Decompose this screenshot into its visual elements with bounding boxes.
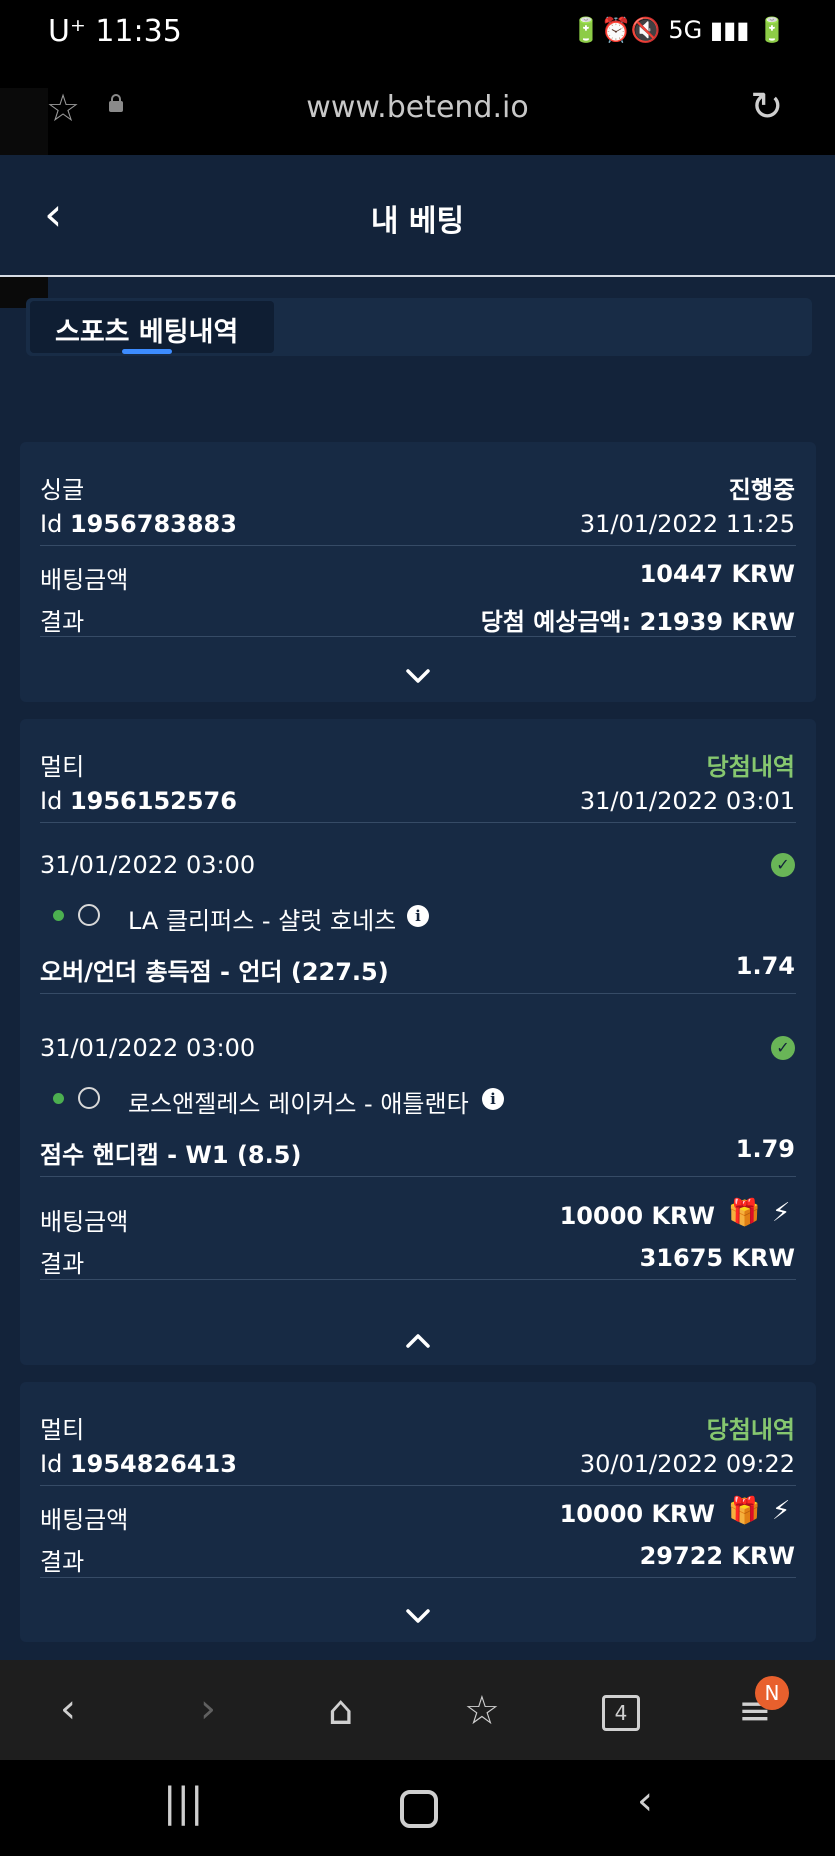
stake-value: 10000 KRW (559, 1202, 715, 1230)
bet-datetime: 30/01/2022 09:22 (579, 1450, 795, 1478)
stake-label: 배팅금액 (40, 1506, 129, 1534)
selection-datetime: 31/01/2022 03:00 (40, 1034, 256, 1062)
bet-datetime: 31/01/2022 03:01 (579, 787, 795, 815)
divider (40, 1577, 796, 1578)
bet-type: 싱글 (40, 476, 85, 504)
gift-icon: 🎁 (728, 1198, 761, 1228)
result-value: 29722 KRW (639, 1542, 795, 1570)
bet-id: Id 1954826413 (40, 1450, 237, 1478)
bet-id-value: 1956152576 (69, 787, 237, 815)
info-icon[interactable]: i (482, 1088, 504, 1110)
status-time: U⁺ 11:35 (48, 14, 182, 49)
info-icon[interactable]: i (407, 905, 429, 927)
browser-forward-icon[interactable]: › (200, 1686, 216, 1732)
selection-odds: 1.79 (735, 1135, 795, 1163)
bet-type: 멀티 (40, 1416, 85, 1444)
status-icons: 🔋⏰🔇 5G ▮▮▮ 🔋 (571, 16, 787, 44)
divider (40, 1485, 796, 1486)
home-icon[interactable]: ⌂ (328, 1688, 353, 1734)
divider (40, 545, 796, 546)
chevron-down-icon[interactable] (402, 660, 434, 692)
bet-type: 멀티 (40, 753, 85, 781)
tab-active-indicator (122, 349, 172, 354)
lightning-icon: ⚡ (772, 1496, 791, 1526)
divider (40, 1279, 796, 1280)
chevron-up-icon[interactable] (402, 1325, 434, 1357)
chevron-down-icon[interactable] (402, 1600, 434, 1632)
tab-label: 스포츠 베팅내역 (55, 317, 239, 348)
bet-id: Id 1956152576 (40, 787, 237, 815)
bet-datetime: 31/01/2022 11:25 (579, 510, 795, 538)
selection-datetime: 31/01/2022 03:00 (40, 851, 256, 879)
divider (40, 993, 796, 994)
bet-id-label: Id (40, 510, 63, 538)
home-button-icon[interactable] (400, 1790, 438, 1828)
selection-match: 로스앤젤레스 레이커스 - 애틀랜타 (128, 1090, 469, 1118)
check-icon: ✓ (771, 1036, 795, 1060)
bet-id-value: 1956783883 (69, 510, 237, 538)
stake-value: 10447 KRW (639, 560, 795, 588)
live-dot-icon (53, 1093, 64, 1104)
divider (40, 636, 796, 637)
selection-market: 오버/언더 총득점 - 언더 (227.5) (40, 958, 389, 986)
check-icon: ✓ (771, 853, 795, 877)
result-value: 31675 KRW (639, 1244, 795, 1272)
selection-odds: 1.74 (735, 952, 795, 980)
basketball-icon (78, 904, 100, 926)
live-dot-icon (53, 910, 64, 921)
stake-value: 10000 KRW (559, 1500, 715, 1528)
bet-id-label: Id (40, 1450, 63, 1478)
bet-id-value: 1954826413 (69, 1450, 237, 1478)
bet-id: Id 1956783883 (40, 510, 237, 538)
result-value: 당첨 예상금액: 21939 KRW (480, 608, 795, 636)
url-text[interactable]: www.betend.io (0, 90, 835, 125)
selection-match: LA 클리퍼스 - 샬럿 호네츠 (128, 907, 397, 935)
notification-badge: N (755, 1676, 789, 1710)
system-back-icon[interactable]: ‹ (637, 1778, 653, 1824)
result-label: 결과 (40, 608, 85, 636)
bet-status: 진행중 (728, 476, 795, 504)
bet-status: 당첨내역 (706, 1416, 795, 1444)
gift-icon: 🎁 (728, 1496, 761, 1526)
basketball-icon (78, 1087, 100, 1109)
result-label: 결과 (40, 1250, 85, 1278)
lightning-icon: ⚡ (772, 1198, 791, 1228)
result-label: 결과 (40, 1548, 85, 1576)
page-title: 내 베팅 (370, 204, 465, 239)
stake-label: 배팅금액 (40, 1208, 129, 1236)
divider (40, 1176, 796, 1177)
tabs-icon[interactable]: 4 (602, 1695, 640, 1731)
browser-bottom-nav (0, 1660, 835, 1760)
browser-back-icon[interactable]: ‹ (60, 1686, 76, 1732)
reload-icon[interactable]: ↻ (750, 84, 784, 130)
divider (40, 822, 796, 823)
bet-status: 당첨내역 (706, 753, 795, 781)
stake-label: 배팅금액 (40, 566, 129, 594)
bet-id-label: Id (40, 787, 63, 815)
bookmarks-star-icon[interactable]: ☆ (464, 1688, 500, 1734)
selection-market: 점수 핸디캡 - W1 (8.5) (40, 1141, 302, 1169)
recent-apps-icon[interactable]: ||| (163, 1780, 203, 1826)
